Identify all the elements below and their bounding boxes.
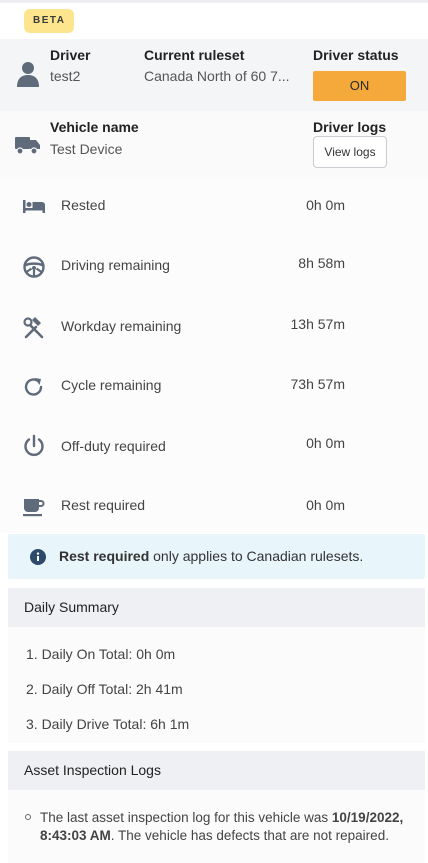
inspection-text: The last asset inspection log for this v… xyxy=(40,809,410,845)
ruleset-label: Current ruleset xyxy=(144,47,245,63)
inspection-text-after: . The vehicle has defects that are not r… xyxy=(110,828,389,843)
driver-name: test2 xyxy=(50,68,81,84)
metric-value: 13h 57m xyxy=(290,316,345,332)
vehicle-name-label: Vehicle name xyxy=(50,119,139,135)
ruleset-value: Canada North of 60 7... xyxy=(144,68,290,84)
inspection-text-before: The last asset inspection log for this v… xyxy=(40,810,332,825)
metric-value: 0h 0m xyxy=(306,197,345,213)
notice-bold: Rest required xyxy=(59,548,150,564)
steering-wheel-icon xyxy=(22,255,46,282)
hos-metrics-list xyxy=(0,177,428,533)
driver-logs-label: Driver logs xyxy=(313,119,387,135)
cycle-icon xyxy=(22,375,46,402)
daily-summary-header: Daily Summary xyxy=(8,588,425,627)
rest-required-notice: Rest required only applies to Canadian r… xyxy=(8,534,425,579)
notice-text: Rest required only applies to Canadian r… xyxy=(59,548,363,564)
metric-value: 0h 0m xyxy=(306,435,345,451)
metric-value: 73h 57m xyxy=(290,376,345,392)
beta-badge: BETA xyxy=(24,9,75,33)
top-divider xyxy=(0,0,428,3)
power-icon xyxy=(22,434,46,461)
driver-label: Driver xyxy=(50,47,91,63)
metric-label: Cycle remaining xyxy=(61,377,162,393)
driver-status-label: Driver status xyxy=(313,47,399,63)
metric-label: Driving remaining xyxy=(61,257,170,273)
person-icon xyxy=(17,61,39,90)
asset-inspection-header: Asset Inspection Logs xyxy=(8,751,425,790)
metric-label: Workday remaining xyxy=(61,318,182,334)
metric-value: 0h 0m xyxy=(306,497,345,513)
truck-icon xyxy=(15,135,41,158)
bed-icon xyxy=(22,197,46,218)
summary-item: 3. Daily Drive Total: 6h 1m xyxy=(26,716,190,732)
list-bullet xyxy=(25,814,31,820)
coffee-icon xyxy=(22,496,46,521)
info-icon xyxy=(30,549,46,568)
metric-label: Off-duty required xyxy=(61,438,166,454)
driver-status-button[interactable]: ON xyxy=(313,71,406,101)
notice-rest: only applies to Canadian rulesets. xyxy=(149,548,364,564)
summary-item: 2. Daily Off Total: 2h 41m xyxy=(26,681,183,697)
metric-value: 8h 58m xyxy=(298,255,345,271)
metric-label: Rested xyxy=(61,197,106,213)
summary-item: 1. Daily On Total: 0h 0m xyxy=(26,646,176,662)
vehicle-name: Test Device xyxy=(50,141,123,157)
tools-icon xyxy=(22,316,46,343)
metric-label: Rest required xyxy=(61,497,146,513)
view-logs-button[interactable]: View logs xyxy=(313,136,387,168)
